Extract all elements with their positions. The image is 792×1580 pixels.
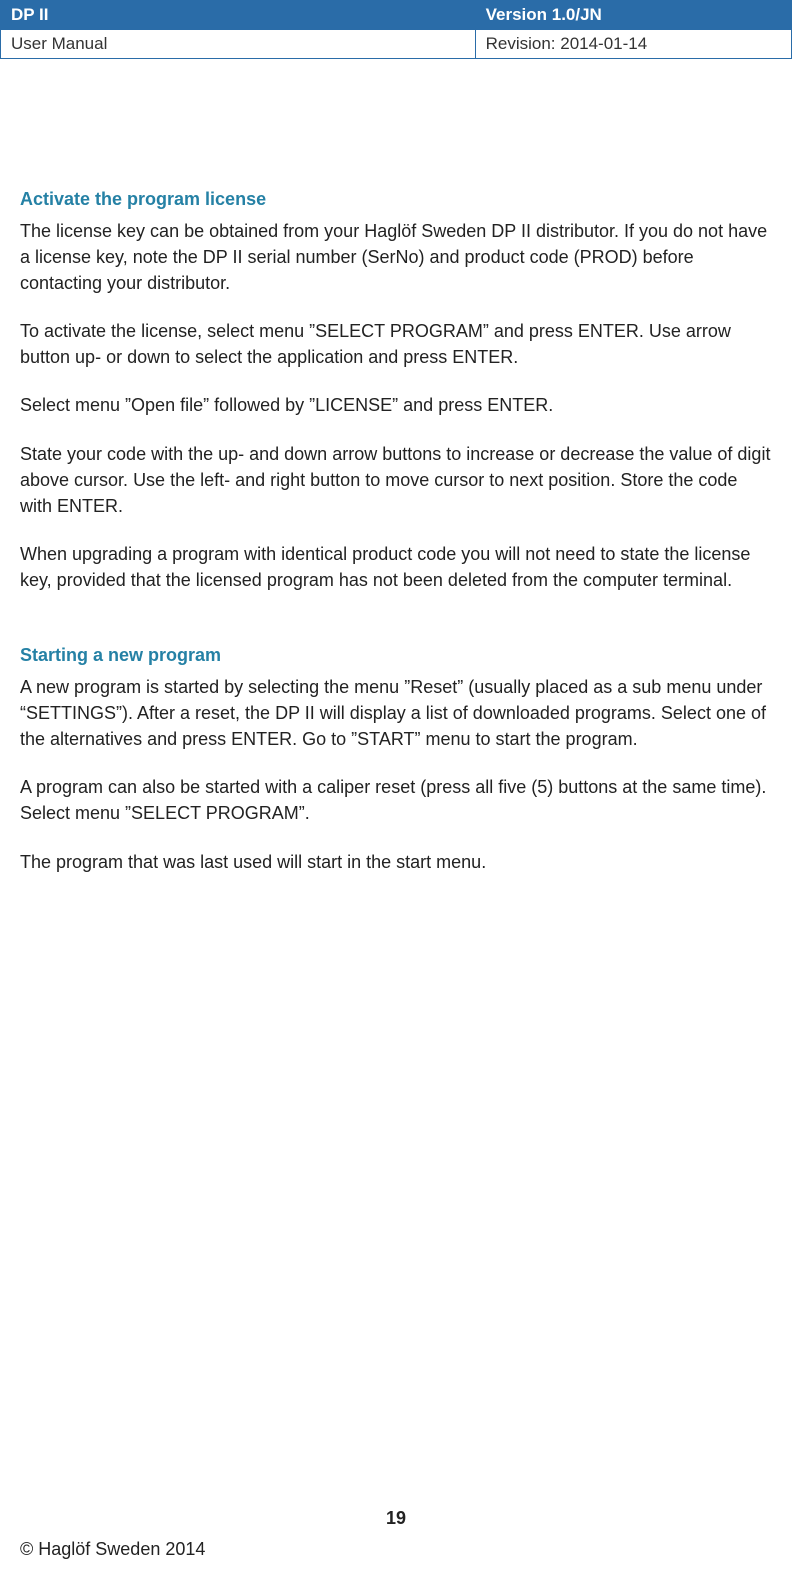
page-number: 19 bbox=[20, 1508, 772, 1529]
body-paragraph: Select menu ”Open file” followed by ”LIC… bbox=[20, 392, 772, 418]
body-paragraph: When upgrading a program with identical … bbox=[20, 541, 772, 593]
body-paragraph: The program that was last used will star… bbox=[20, 849, 772, 875]
header-title: DP II bbox=[1, 1, 476, 30]
document-header: DP II Version 1.0/JN User Manual Revisio… bbox=[0, 0, 792, 59]
body-paragraph: To activate the license, select menu ”SE… bbox=[20, 318, 772, 370]
section-heading: Activate the program license bbox=[20, 189, 772, 210]
document-body: Activate the program license The license… bbox=[0, 59, 792, 875]
header-revision: Revision: 2014-01-14 bbox=[475, 30, 791, 59]
section-starting-program: Starting a new program A new program is … bbox=[20, 645, 772, 875]
body-paragraph: A new program is started by selecting th… bbox=[20, 674, 772, 752]
body-paragraph: The license key can be obtained from you… bbox=[20, 218, 772, 296]
section-activate-license: Activate the program license The license… bbox=[20, 189, 772, 593]
header-doc-type: User Manual bbox=[1, 30, 476, 59]
header-version: Version 1.0/JN bbox=[475, 1, 791, 30]
copyright-text: © Haglöf Sweden 2014 bbox=[20, 1539, 772, 1560]
body-paragraph: A program can also be started with a cal… bbox=[20, 774, 772, 826]
section-heading: Starting a new program bbox=[20, 645, 772, 666]
body-paragraph: State your code with the up- and down ar… bbox=[20, 441, 772, 519]
document-footer: 19 © Haglöf Sweden 2014 bbox=[0, 1508, 792, 1560]
